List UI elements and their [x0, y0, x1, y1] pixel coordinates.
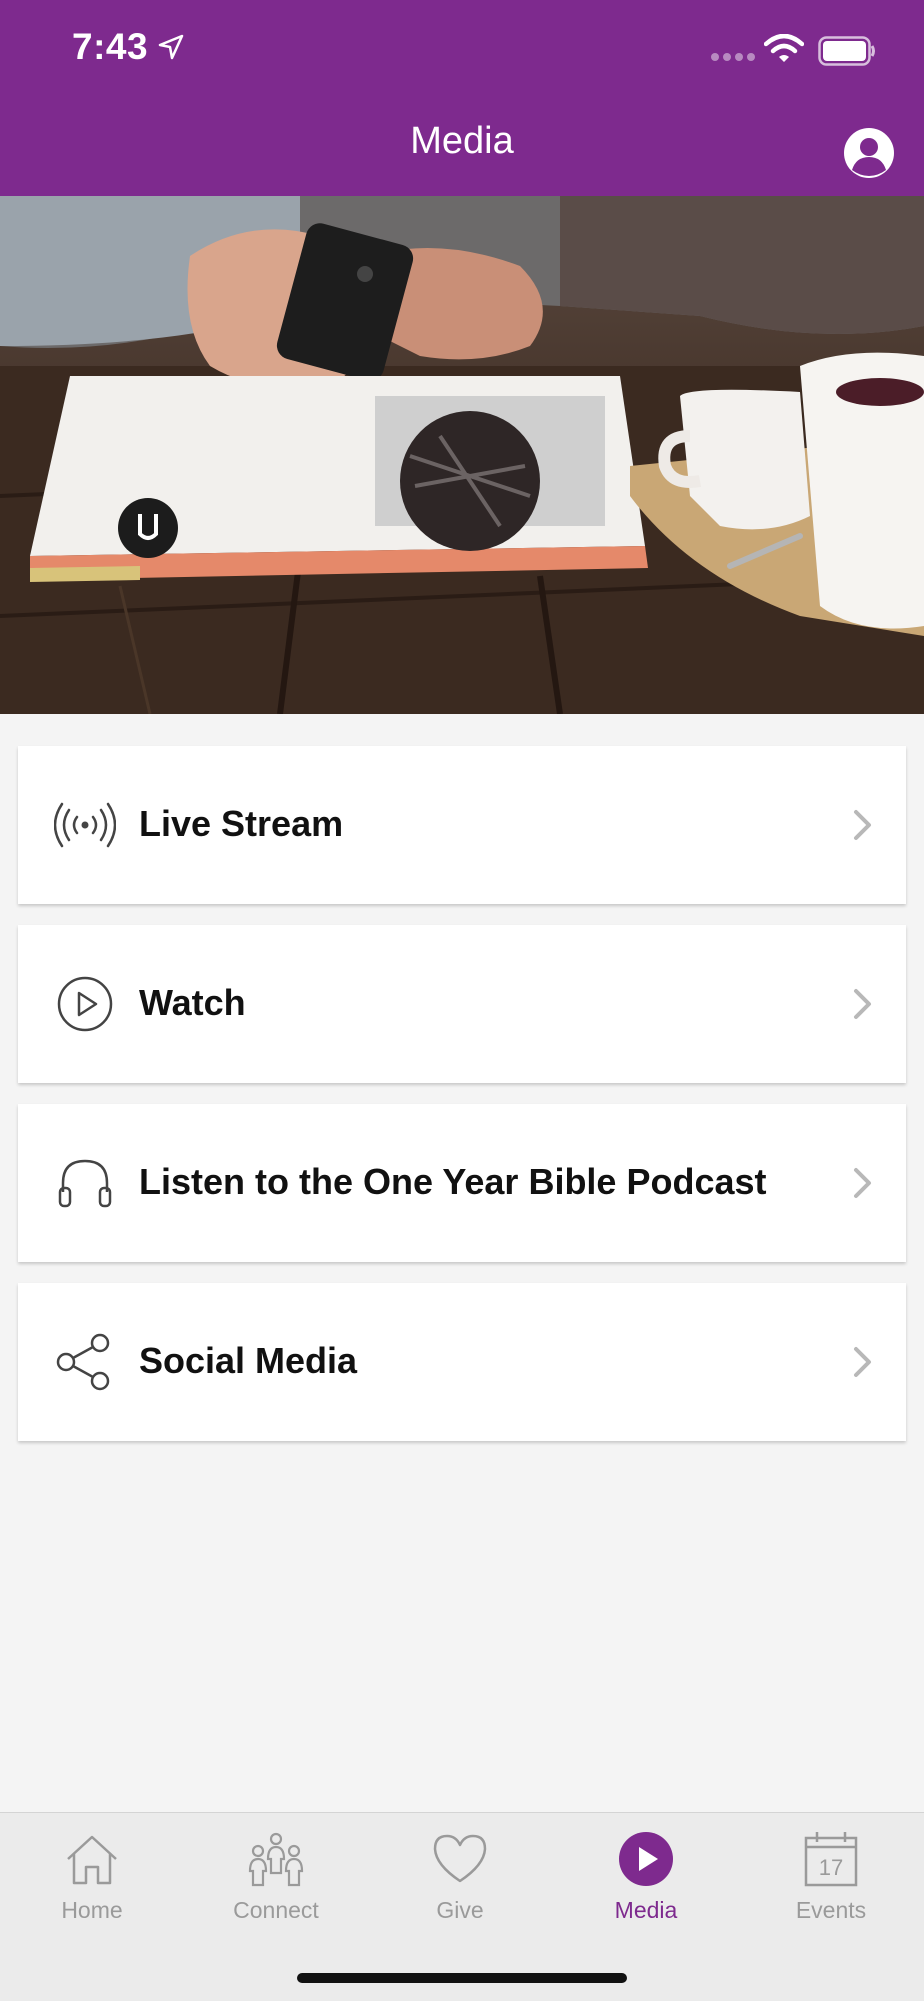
- battery-icon: [818, 36, 875, 66]
- menu-item-label: Social Media: [139, 1340, 358, 1381]
- broadcast-icon: [54, 802, 116, 848]
- home-icon: [67, 1835, 117, 1885]
- headphones-icon: [58, 1159, 112, 1208]
- menu-item-label: Live Stream: [139, 803, 344, 844]
- tab-home[interactable]: Home: [0, 1813, 184, 1943]
- location-arrow-icon: [158, 34, 184, 60]
- play-circle-icon: [57, 976, 113, 1032]
- chevron-right-icon: [854, 1347, 871, 1377]
- status-time: 7:43: [72, 26, 149, 67]
- home-indicator: [297, 1973, 627, 1983]
- status-bar: 7:43: [0, 0, 924, 98]
- tab-label: Give: [436, 1897, 484, 1923]
- menu-item-social-media[interactable]: Social Media: [18, 1283, 906, 1441]
- play-icon: [619, 1832, 673, 1886]
- chevron-right-icon: [854, 989, 871, 1019]
- tab-give[interactable]: Give: [368, 1813, 552, 1943]
- chevron-right-icon: [854, 810, 871, 840]
- menu-item-watch[interactable]: Watch: [18, 925, 906, 1083]
- profile-icon[interactable]: [842, 126, 896, 180]
- page-title: Media: [410, 120, 514, 162]
- hero-image: [0, 196, 924, 714]
- menu-item-label: Listen to the One Year Bible Podcast: [139, 1161, 767, 1202]
- tab-label: Media: [614, 1897, 678, 1923]
- heart-icon: [433, 1834, 487, 1883]
- calendar-day: 17: [819, 1855, 843, 1880]
- header: Media: [0, 98, 924, 196]
- tab-media[interactable]: Media: [554, 1813, 738, 1943]
- chevron-right-icon: [854, 1168, 871, 1198]
- tab-connect[interactable]: Connect: [184, 1813, 368, 1943]
- calendar-icon: 17: [804, 1832, 858, 1887]
- share-icon: [56, 1333, 110, 1391]
- tab-label: Events: [795, 1897, 867, 1923]
- tab-label: Home: [61, 1897, 123, 1923]
- people-icon: [248, 1832, 304, 1887]
- tab-events[interactable]: 17 Events: [739, 1813, 923, 1943]
- menu-item-podcast[interactable]: Listen to the One Year Bible Podcast: [18, 1104, 906, 1262]
- menu-item-label: Watch: [139, 982, 246, 1023]
- tab-label: Connect: [233, 1897, 319, 1923]
- cellular-signal-icon: [711, 53, 755, 61]
- menu-item-live-stream[interactable]: Live Stream: [18, 746, 906, 904]
- wifi-icon: [764, 34, 804, 62]
- hero-illustration: [0, 196, 924, 714]
